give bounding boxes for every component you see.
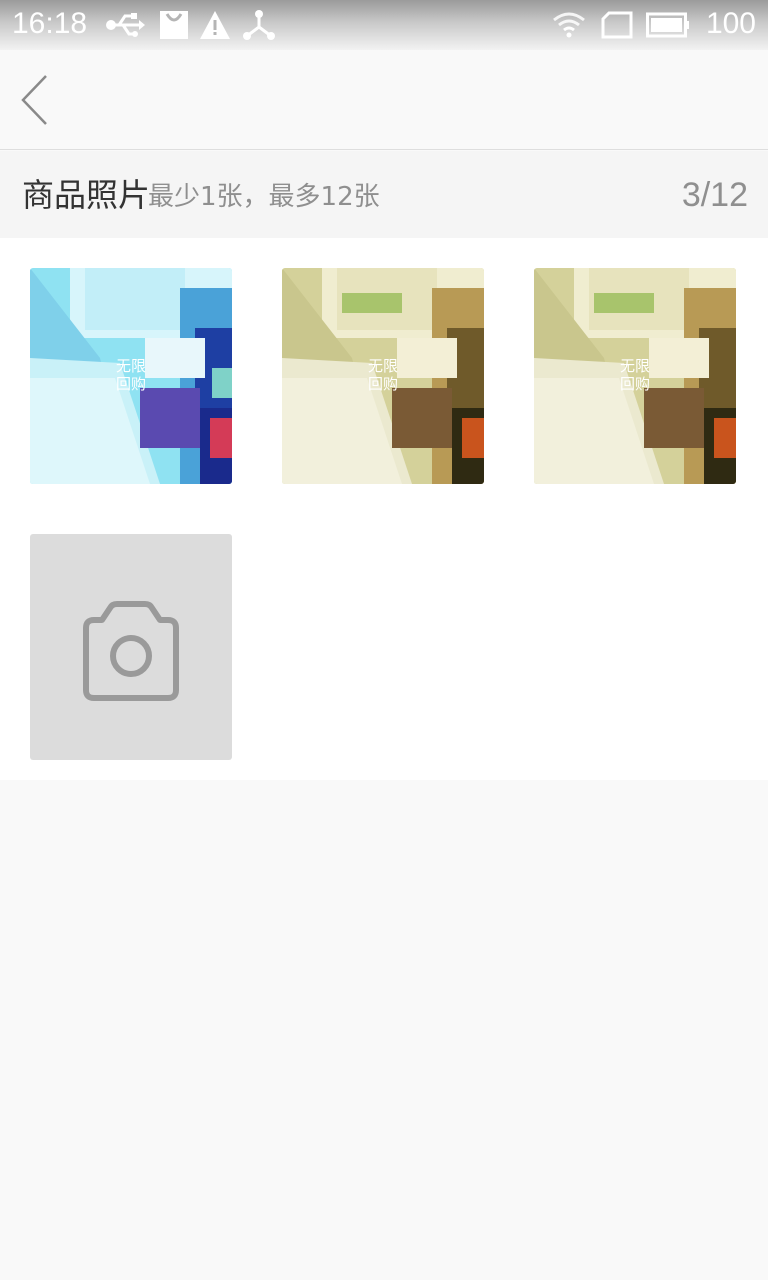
section-hint: 最少1张，最多12张 bbox=[148, 182, 380, 212]
section-title: 商品照片 bbox=[22, 176, 151, 214]
photo-watermark: 无限 回购 bbox=[116, 357, 146, 393]
top-toolbar bbox=[0, 50, 768, 150]
watermark-line-1: 无限 bbox=[116, 357, 146, 375]
photo-watermark: 无限 回购 bbox=[368, 357, 398, 393]
warning-icon bbox=[200, 11, 230, 39]
share-network-icon bbox=[243, 10, 275, 40]
shopping-bag-icon bbox=[160, 11, 188, 39]
status-bar: 16:18 100 bbox=[0, 0, 768, 50]
chevron-left-icon bbox=[21, 75, 47, 125]
status-time: 16:18 bbox=[12, 7, 88, 40]
camera-icon bbox=[83, 601, 179, 701]
watermark-line-2: 回购 bbox=[116, 375, 146, 393]
back-button[interactable] bbox=[10, 70, 60, 130]
watermark-line-2: 回购 bbox=[620, 375, 650, 393]
product-photo-1[interactable]: 无限 回购 bbox=[30, 268, 232, 484]
sim-card-icon bbox=[601, 11, 633, 39]
photo-watermark: 无限 回购 bbox=[620, 357, 650, 393]
watermark-line-2: 回购 bbox=[368, 375, 398, 393]
wifi-icon bbox=[553, 12, 585, 38]
photo-grid: 无限 回购 无限 回购 无限 回购 bbox=[0, 238, 768, 780]
watermark-line-1: 无限 bbox=[368, 357, 398, 375]
add-photo-button[interactable] bbox=[30, 534, 232, 760]
product-photo-2[interactable]: 无限 回购 bbox=[282, 268, 484, 484]
photo-count: 3/12 bbox=[681, 176, 748, 214]
usb-icon bbox=[106, 13, 145, 37]
battery-level: 100 bbox=[705, 7, 756, 40]
photos-section-header: 商品照片 最少1张，最多12张 3/12 bbox=[0, 151, 768, 238]
product-photo-3[interactable]: 无限 回购 bbox=[534, 268, 736, 484]
battery-icon bbox=[646, 12, 689, 38]
watermark-line-1: 无限 bbox=[620, 357, 650, 375]
